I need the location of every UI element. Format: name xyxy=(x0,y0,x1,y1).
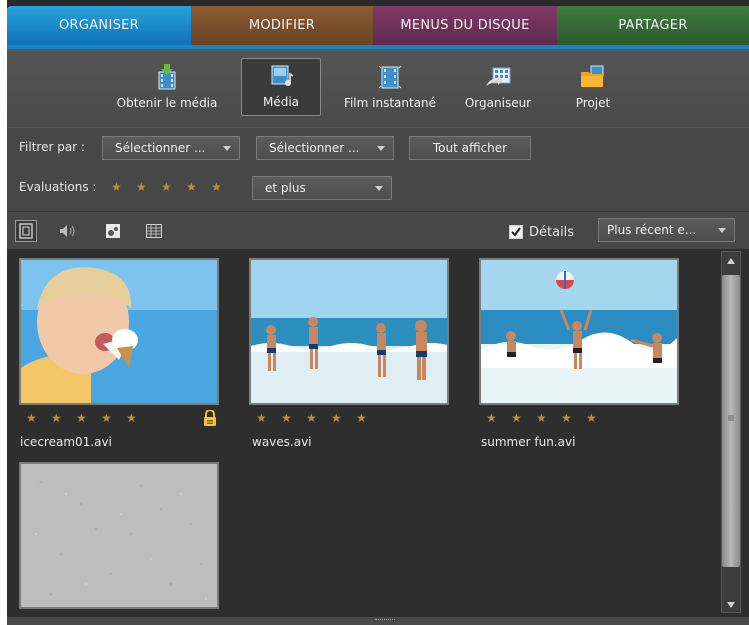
video-filter-toggle[interactable] xyxy=(15,220,37,242)
item-1-star-3[interactable]: ★ xyxy=(76,411,87,425)
media-browser-panel: ORGANISER MODIFIER MENUS DU DISQUE PARTA… xyxy=(0,0,749,625)
chevron-down-icon xyxy=(377,146,385,151)
details-label: Détails xyxy=(529,225,575,240)
item-2-star-4[interactable]: ★ xyxy=(331,411,342,425)
media-thumbnail-icecream01[interactable] xyxy=(19,258,219,405)
window-left-margin xyxy=(0,0,7,625)
rating-filter-star-1[interactable]: ★ xyxy=(111,180,122,194)
instant-movie-icon xyxy=(378,65,402,89)
media-icon xyxy=(271,65,294,86)
children-playing-in-waves-image xyxy=(251,260,447,403)
speaker-icon xyxy=(60,225,75,237)
project-button[interactable]: Projet xyxy=(563,58,623,116)
media-filename: icecream01.avi xyxy=(20,435,112,449)
item-2-star-5[interactable]: ★ xyxy=(356,411,367,425)
rating-filter-star-5[interactable]: ★ xyxy=(211,180,222,194)
sort-order-value: Plus récent e... xyxy=(607,223,697,237)
filter-by-label: Filtrer par : xyxy=(19,140,85,154)
sort-order-select[interactable]: Plus récent e... xyxy=(598,218,735,242)
resize-grip-icon[interactable] xyxy=(375,619,395,622)
chevron-down-icon xyxy=(727,602,735,608)
media-filename: waves.avi xyxy=(252,435,312,449)
chevron-up-icon xyxy=(727,258,735,264)
boy-eating-ice-cream-image xyxy=(21,260,217,403)
film-strip-icon xyxy=(19,223,33,239)
get-media-label: Obtenir le média xyxy=(116,96,218,110)
scroll-up-button[interactable] xyxy=(722,252,740,270)
organiser-toolbar: Obtenir le média Média Film instantané O… xyxy=(7,49,749,127)
image-filter-toggle[interactable] xyxy=(102,220,124,242)
media-thumbnail-waves[interactable] xyxy=(249,258,449,405)
vertical-scrollbar[interactable] xyxy=(719,249,749,617)
instant-movie-label: Film instantané xyxy=(343,96,437,110)
scrollbar-thumb[interactable] xyxy=(722,275,740,567)
ratings-label: Evaluations : xyxy=(19,180,97,194)
project-folder-icon xyxy=(581,65,604,87)
media-label: Média xyxy=(262,95,300,109)
filter-select-2[interactable]: Sélectionner ... xyxy=(256,136,394,160)
lock-icon xyxy=(204,410,216,426)
item-3-star-2[interactable]: ★ xyxy=(511,411,522,425)
filter-panel: Filtrer par : Sélectionner ... Sélection… xyxy=(7,127,749,211)
item-3-star-4[interactable]: ★ xyxy=(561,411,572,425)
get-media-button[interactable]: Obtenir le média xyxy=(109,58,225,116)
item-3-star-5[interactable]: ★ xyxy=(586,411,597,425)
tab-modifier[interactable]: MODIFIER xyxy=(191,6,373,45)
organizer-label: Organiseur xyxy=(464,96,532,110)
panel-bottom-bar xyxy=(7,617,749,625)
show-all-button[interactable]: Tout afficher xyxy=(409,136,531,160)
tab-partager[interactable]: PARTAGER xyxy=(557,6,749,45)
details-checkbox[interactable] xyxy=(509,225,523,239)
instant-movie-button[interactable]: Film instantané xyxy=(335,58,445,116)
media-thumbnail-summer-fun[interactable] xyxy=(479,258,679,405)
item-1-star-2[interactable]: ★ xyxy=(51,411,62,425)
kids-with-beach-ball-image xyxy=(481,260,677,403)
rating-filter-star-3[interactable]: ★ xyxy=(161,180,172,194)
project-label: Projet xyxy=(575,96,611,110)
item-2-star-1[interactable]: ★ xyxy=(256,411,267,425)
item-3-star-1[interactable]: ★ xyxy=(486,411,497,425)
picture-icon xyxy=(106,224,120,238)
checkmark-icon xyxy=(511,227,521,237)
scroll-down-button[interactable] xyxy=(722,596,740,614)
organizer-icon xyxy=(486,67,511,86)
audio-filter-toggle[interactable] xyxy=(57,220,79,242)
tab-organiser[interactable]: ORGANISER xyxy=(7,6,191,45)
item-2-star-3[interactable]: ★ xyxy=(306,411,317,425)
tab-menus-du-disque[interactable]: MENUS DU DISQUE xyxy=(373,6,557,45)
ratings-select-value: et plus xyxy=(265,181,306,195)
organizer-button[interactable]: Organiseur xyxy=(457,58,539,116)
rating-filter-star-4[interactable]: ★ xyxy=(186,180,197,194)
filter-select-2-value: Sélectionner ... xyxy=(269,141,360,155)
grid-list-icon xyxy=(146,224,162,238)
rating-filter-star-2[interactable]: ★ xyxy=(136,180,147,194)
project-filter-toggle[interactable] xyxy=(143,220,165,242)
concrete-texture-image xyxy=(21,464,217,607)
media-button[interactable]: Média xyxy=(241,58,321,116)
filter-select-1[interactable]: Sélectionner ... xyxy=(102,136,240,160)
workspace-tabs: ORGANISER MODIFIER MENUS DU DISQUE PARTA… xyxy=(7,6,749,45)
chevron-down-icon xyxy=(375,186,383,191)
chevron-down-icon xyxy=(718,228,726,233)
item-2-star-2[interactable]: ★ xyxy=(281,411,292,425)
view-options-bar: Détails Plus récent e... xyxy=(7,211,749,249)
chevron-down-icon xyxy=(223,146,231,151)
grip-icon xyxy=(728,415,734,421)
item-1-star-5[interactable]: ★ xyxy=(126,411,137,425)
media-thumbnail-texture[interactable] xyxy=(19,462,219,609)
media-filename: summer fun.avi xyxy=(481,435,576,449)
import-media-icon xyxy=(158,64,176,90)
ratings-and-above-select[interactable]: et plus xyxy=(252,176,392,200)
filter-select-1-value: Sélectionner ... xyxy=(115,141,206,155)
item-1-star-1[interactable]: ★ xyxy=(26,411,37,425)
item-1-star-4[interactable]: ★ xyxy=(101,411,112,425)
item-3-star-3[interactable]: ★ xyxy=(536,411,547,425)
media-grid: ★ ★ ★ ★ ★ icecream01.avi ★ ★ ★ ★ ★ waves… xyxy=(7,249,719,617)
